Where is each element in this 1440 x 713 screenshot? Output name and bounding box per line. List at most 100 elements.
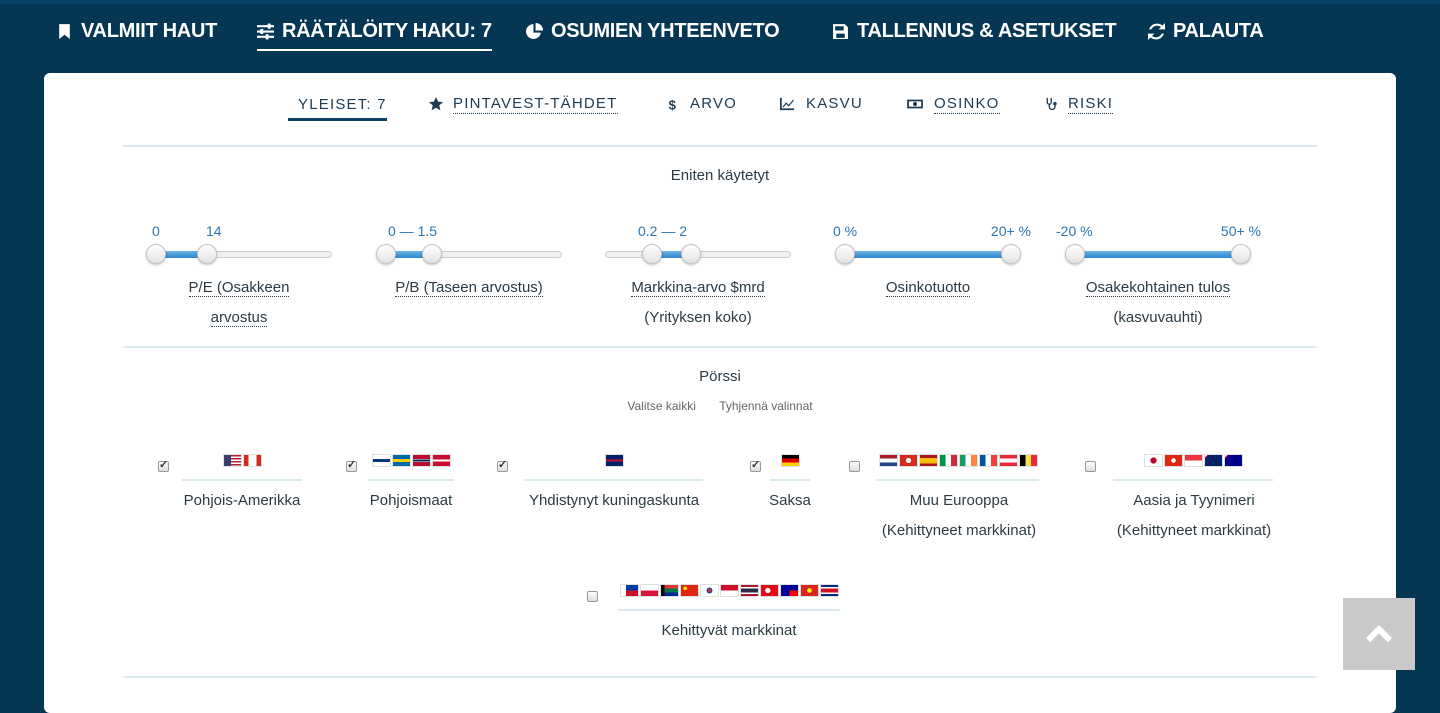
- market-flags: [525, 454, 703, 468]
- cr-flag-icon: [819, 584, 839, 597]
- nav-label: PALAUTA: [1173, 19, 1264, 42]
- market-checkbox[interactable]: [849, 461, 860, 472]
- market-label: Kehittyvät markkinat: [618, 616, 840, 646]
- market-flags: [182, 454, 302, 468]
- most-used-title: Eniten käytetyt: [670, 167, 770, 184]
- market-underline: [182, 479, 302, 481]
- market-checkbox[interactable]: [497, 458, 508, 472]
- market-label-line2: (Kehittyneet markkinat): [881, 522, 1037, 539]
- nav-reset[interactable]: PALAUTA: [1148, 17, 1264, 45]
- market-underline: [368, 479, 454, 481]
- slider-handle-low[interactable]: [1065, 244, 1085, 264]
- nav-label: TALLENNUS & ASETUKSET: [857, 19, 1117, 42]
- exchanges-title: Pörssi: [699, 368, 741, 385]
- search-panel: YLEISET: 7 PINTAVEST-TÄHDET $ ARVO KASVU…: [44, 73, 1396, 713]
- nl-flag-icon: [878, 454, 898, 467]
- kr-flag-icon: [699, 584, 719, 597]
- sg-flag-icon: [1183, 454, 1203, 467]
- market-flags: [770, 454, 810, 468]
- gb-flag-icon: [604, 454, 624, 467]
- tab-growth[interactable]: KASVU: [778, 93, 863, 115]
- tab-dividend[interactable]: OSINKO: [906, 93, 1000, 115]
- market-underline: [525, 479, 703, 481]
- market-label-line1: Kehittyvät markkinat: [661, 622, 797, 639]
- bookmark-icon: [59, 23, 70, 39]
- category-tabs: YLEISET: 7 PINTAVEST-TÄHDET $ ARVO KASVU…: [44, 73, 1396, 133]
- nz-flag-icon: [1203, 454, 1223, 467]
- market-checkbox[interactable]: [587, 591, 598, 602]
- slider-handle-high[interactable]: [681, 244, 702, 264]
- se-flag-icon: [391, 454, 411, 467]
- jp-flag-icon: [1143, 454, 1163, 467]
- slider-handle-low[interactable]: [146, 244, 166, 264]
- slider-min-value: 0 — 1.5: [388, 223, 438, 239]
- tab-general[interactable]: YLEISET: 7: [288, 91, 387, 121]
- tab-value[interactable]: $ ARVO: [666, 93, 737, 115]
- slider-label: P/E (Osakkeen arvostus: [146, 273, 332, 333]
- dk-flag-icon: [431, 454, 451, 467]
- market-germany[interactable]: Saksa: [750, 454, 820, 524]
- th-flag-icon: [739, 584, 759, 597]
- nav-custom-search[interactable]: RÄÄTÄLÖITY HAKU: 7: [257, 15, 492, 51]
- slider-label-line2: (Yrityksen koko): [644, 309, 752, 326]
- market-checkbox[interactable]: [1085, 461, 1096, 472]
- cn-flag-icon: [679, 584, 699, 597]
- slider-label-line1: Osakekohtainen tulos: [1085, 279, 1231, 297]
- tab-label: ARVO: [690, 95, 738, 112]
- save-icon: [833, 23, 848, 39]
- tab-pintavest-stars[interactable]: PINTAVEST-TÄHDET: [429, 93, 618, 115]
- slider-handle-high[interactable]: [422, 244, 443, 264]
- nav-label: RÄÄTÄLÖITY HAKU: 7: [282, 19, 492, 42]
- slider-handle-low[interactable]: [835, 244, 855, 264]
- market-underline: [618, 609, 840, 611]
- market-other-europe[interactable]: Muu Eurooppa (Kehittyneet markkinat): [849, 454, 1059, 554]
- market-checkbox[interactable]: [750, 458, 761, 472]
- slider-label-line1: P/B (Taseen arvostus): [395, 279, 543, 297]
- exchange-quick-actions: Valitse kaikki Tyhjennä valinnat: [44, 399, 1396, 413]
- tw-flag-icon: [779, 584, 799, 597]
- select-all-link[interactable]: Valitse kaikki: [627, 399, 695, 413]
- pe-slider[interactable]: 0 14 P/E (Osakkeen arvostus: [146, 223, 332, 343]
- tab-label: OSINKO: [934, 94, 1000, 114]
- slider-values: 0 % 20+ %: [833, 223, 1031, 241]
- market-checkbox[interactable]: [158, 458, 169, 472]
- slider-values: 0 — 1.5: [376, 223, 562, 241]
- slider-handle-high[interactable]: [1001, 244, 1021, 264]
- slider-max-value: 20+ %: [990, 223, 1031, 239]
- slider-range-fill: [845, 251, 1011, 258]
- slider-handle-low[interactable]: [376, 244, 396, 264]
- slider-values: -20 % 50+ %: [1056, 223, 1261, 241]
- market-cap-slider[interactable]: 0.2 — 2 Markkina-arvo $mrd (Yrityksen ko…: [605, 223, 791, 343]
- nav-results-summary[interactable]: OSUMIEN YHTEENVETO: [526, 17, 780, 45]
- market-underline: [770, 479, 810, 481]
- svg-text:$: $: [669, 97, 677, 111]
- slider-handle-low[interactable]: [641, 244, 662, 264]
- es-flag-icon: [918, 454, 938, 467]
- chevron-up-icon: [1366, 625, 1392, 643]
- market-asia-pacific[interactable]: Aasia ja Tyynimeri (Kehittyneet markkina…: [1085, 454, 1295, 554]
- market-label: Aasia ja Tyynimeri (Kehittyneet markkina…: [1095, 486, 1293, 546]
- slider-handle-high[interactable]: [1231, 244, 1251, 264]
- nav-prebuilt-searches[interactable]: VALMIIT HAUT: [56, 17, 217, 45]
- ie-flag-icon: [958, 454, 978, 467]
- clear-selection-link[interactable]: Tyhjennä valinnat: [719, 399, 812, 413]
- market-north-america[interactable]: Pohjois-Amerikka: [152, 454, 322, 524]
- nav-save-settings[interactable]: TALLENNUS & ASETUKSET: [832, 17, 1117, 45]
- stethoscope-icon: [1046, 97, 1057, 111]
- scroll-to-top-button[interactable]: [1343, 598, 1415, 670]
- money-icon: [907, 99, 923, 109]
- be-flag-icon: [1018, 454, 1038, 467]
- market-label: Yhdistynyt kuningaskunta: [503, 486, 725, 516]
- market-nordics[interactable]: Pohjoismaat: [346, 454, 466, 524]
- market-emerging[interactable]: Kehittyvät markkinat: [587, 584, 847, 654]
- tab-risk[interactable]: RISKI: [1044, 93, 1114, 115]
- market-united-kingdom[interactable]: Yhdistynyt kuningaskunta: [497, 454, 717, 524]
- slider-handle-high[interactable]: [197, 244, 218, 264]
- pb-slider[interactable]: 0 — 1.5 P/B (Taseen arvostus): [376, 223, 562, 343]
- dividend-yield-slider[interactable]: 0 % 20+ % Osinkotuotto: [833, 223, 1031, 343]
- market-flags: [618, 584, 840, 598]
- top-navigation: VALMIIT HAUT RÄÄTÄLÖITY HAKU: 7 OSUMIEN …: [0, 0, 1440, 62]
- eps-growth-slider[interactable]: -20 % 50+ % Osakekohtainen tulos (kasvuv…: [1056, 223, 1261, 343]
- id-flag-icon: [719, 584, 739, 597]
- market-checkbox[interactable]: [346, 458, 357, 472]
